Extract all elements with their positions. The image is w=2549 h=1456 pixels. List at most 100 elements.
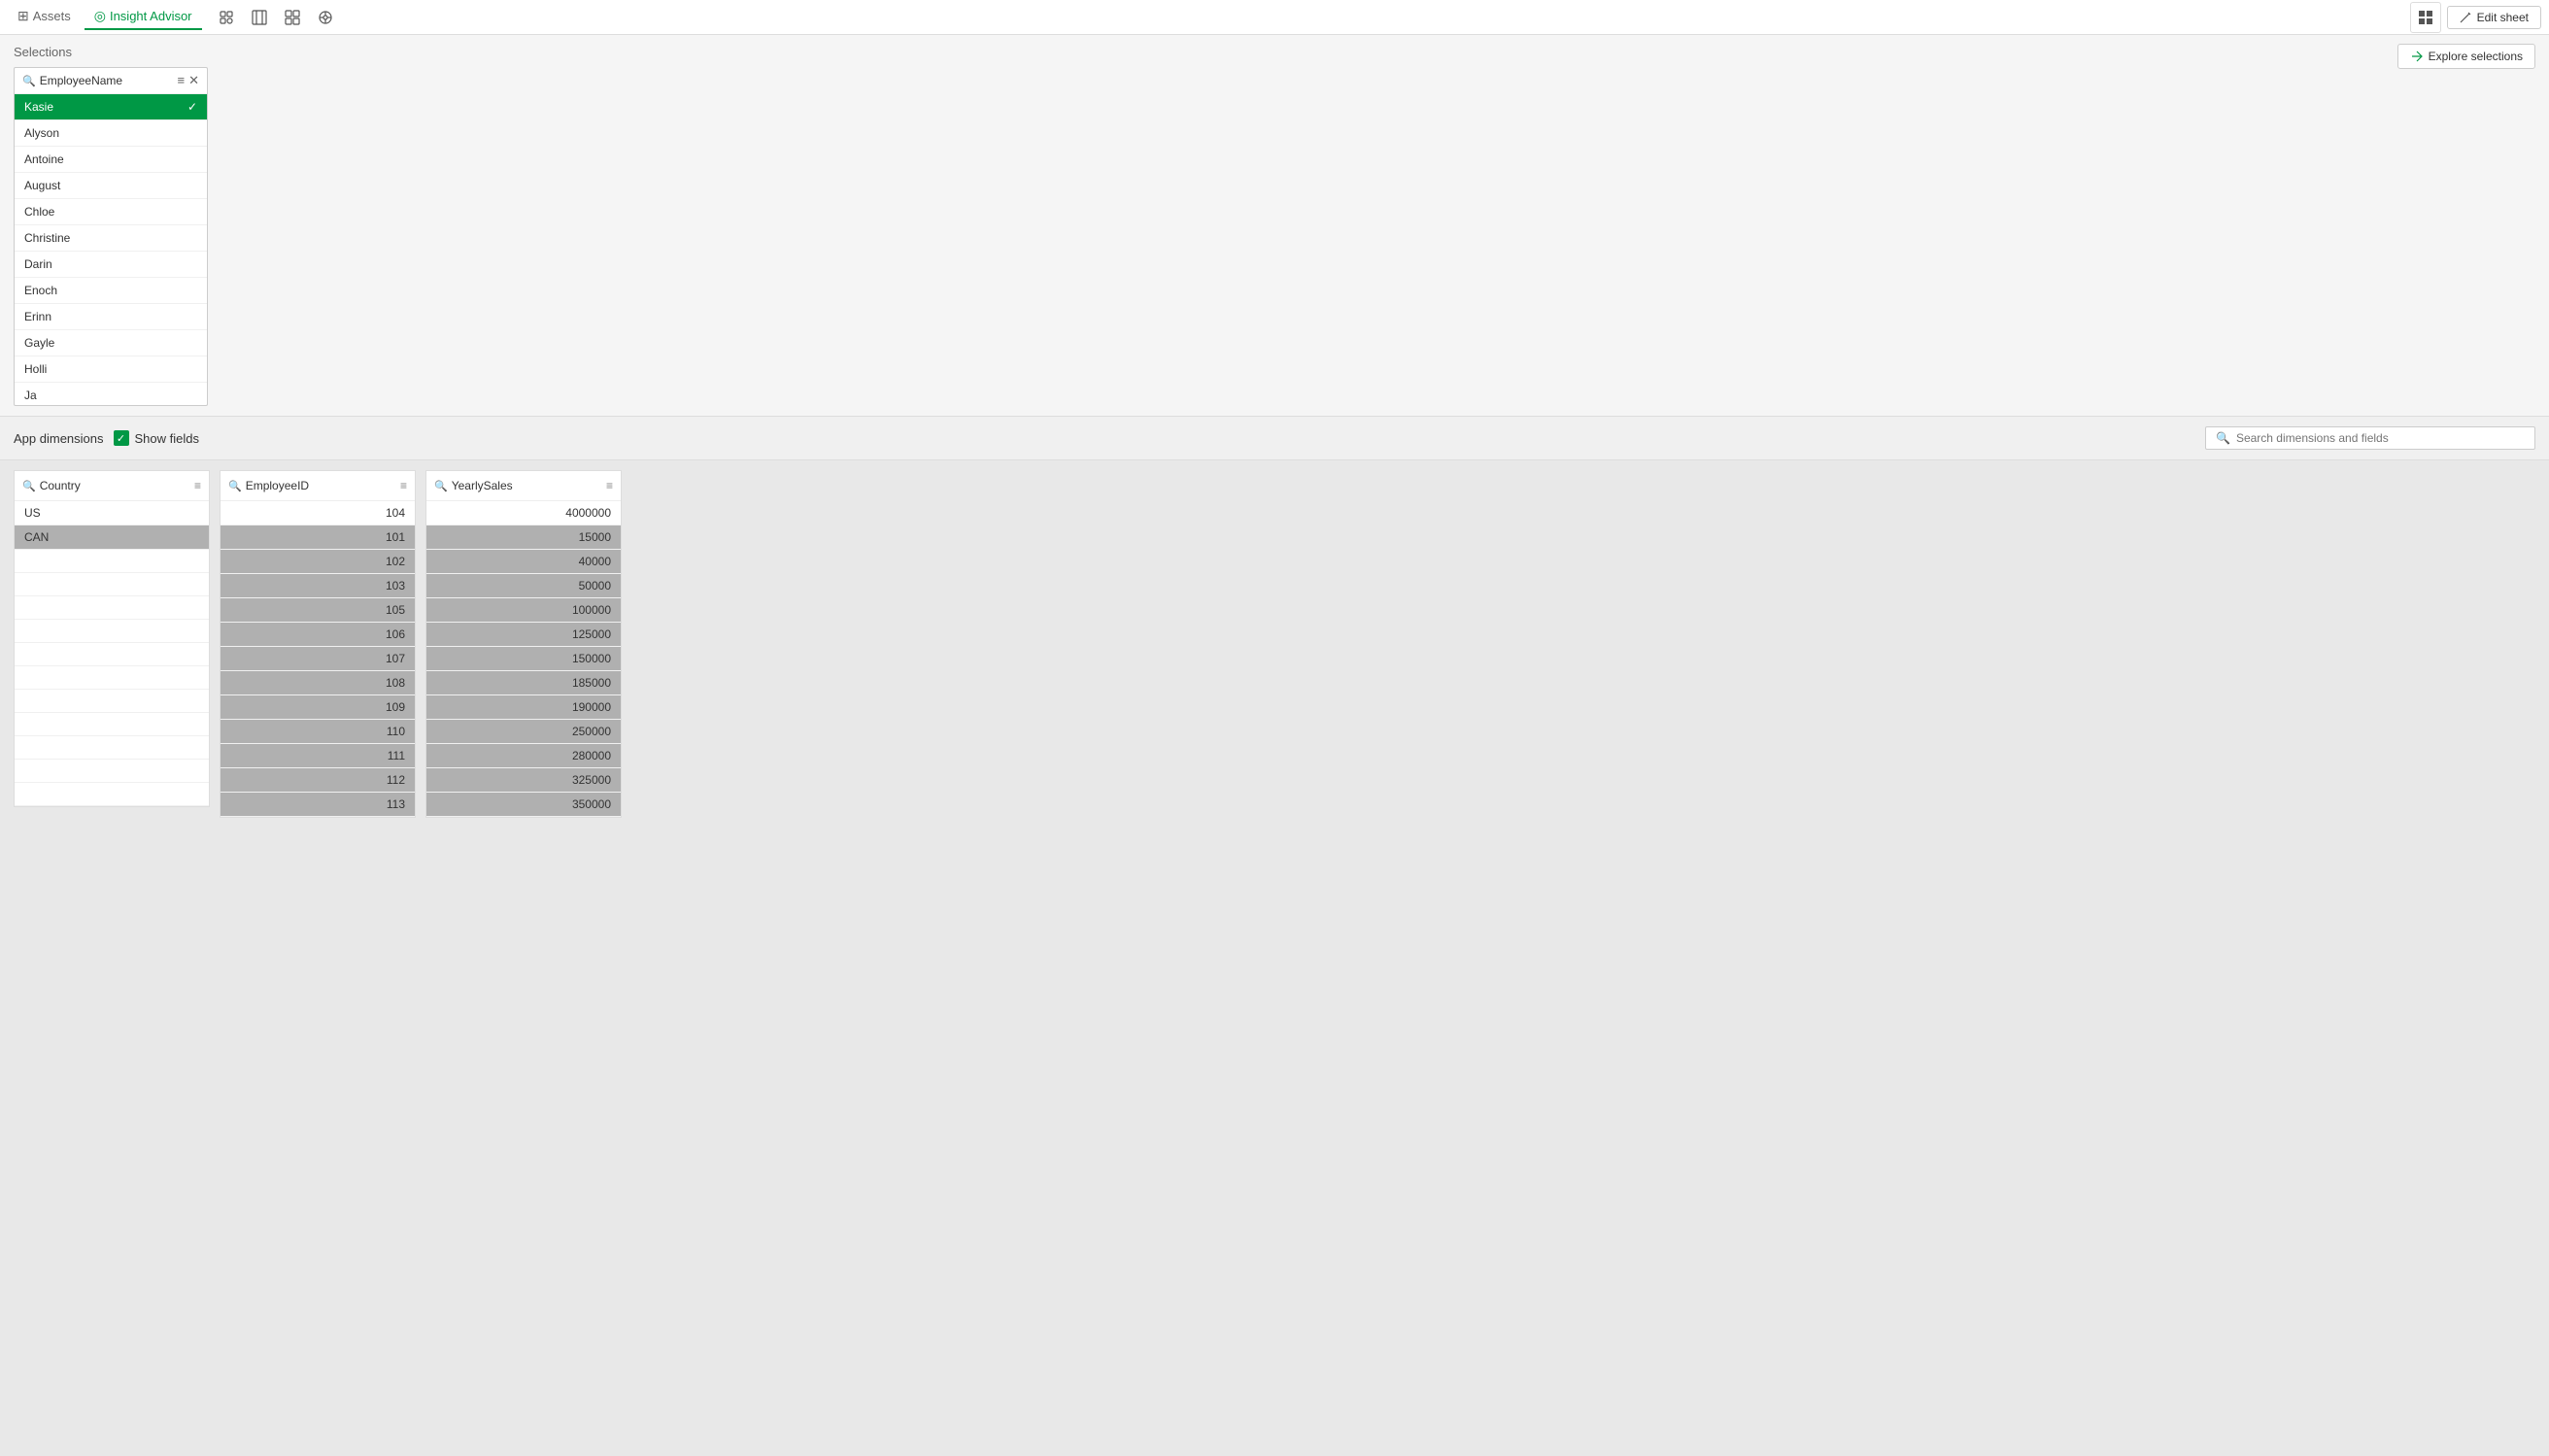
employee-name-filter: 🔍 EmployeeName ≡ ✕ Kasie✓AlysonAntoineAu… <box>14 67 208 406</box>
dimension-card: 🔍 YearlySales ≡ 400000015000400005000010… <box>425 470 622 818</box>
edit-sheet-button[interactable]: Edit sheet <box>2447 6 2541 29</box>
dim-card-header: 🔍 EmployeeID ≡ <box>221 471 415 501</box>
search-dimensions-box[interactable]: 🔍 <box>2205 426 2535 450</box>
top-bar: ⊞ Assets ◎ Insight Advisor <box>0 0 2549 35</box>
selections-title: Selections <box>14 45 2535 59</box>
insight-icon: ◎ <box>94 8 106 24</box>
dim-card-item[interactable]: 15000 <box>426 525 621 550</box>
filter-search-icon: 🔍 <box>22 75 36 87</box>
filter-item[interactable]: Gayle <box>15 330 207 356</box>
assets-icon: ⊞ <box>17 8 29 24</box>
dimension-card: 🔍 EmployeeID ≡ 1041011021031051061071081… <box>220 470 416 818</box>
dim-card-item[interactable]: 103 <box>221 574 415 598</box>
filter-item[interactable]: Darin <box>15 252 207 278</box>
dim-card-item[interactable]: 125000 <box>426 623 621 647</box>
filter-item[interactable]: Christine <box>15 225 207 252</box>
dim-card-menu[interactable]: ≡ <box>606 479 613 492</box>
dim-card-menu[interactable]: ≡ <box>400 479 407 492</box>
dim-card-item[interactable] <box>15 620 209 643</box>
dim-card-item[interactable]: 40000 <box>426 550 621 574</box>
tool-btn-2[interactable] <box>247 5 272 30</box>
dim-card-item[interactable]: 101 <box>221 525 415 550</box>
dim-card-item[interactable]: 112 <box>221 768 415 793</box>
filter-item[interactable]: Antoine <box>15 147 207 173</box>
filter-item[interactable]: Kasie✓ <box>15 94 207 120</box>
dimension-cards: 🔍 Country ≡ USCAN 🔍 EmployeeID ≡ 1041011… <box>0 460 2549 1456</box>
selections-area: Selections Explore selections 🔍 Employee… <box>0 35 2549 417</box>
dim-card-item[interactable]: 190000 <box>426 695 621 720</box>
dim-card-item[interactable]: 50000 <box>426 574 621 598</box>
top-bar-right: Edit sheet <box>2410 2 2541 33</box>
dim-card-item[interactable]: 110 <box>221 720 415 744</box>
filter-item[interactable]: Erinn <box>15 304 207 330</box>
dim-card-item[interactable]: 350000 <box>426 793 621 817</box>
dim-card-item[interactable]: 280000 <box>426 744 621 768</box>
insight-tab-label: Insight Advisor <box>110 9 192 23</box>
filter-item[interactable]: Ja <box>15 383 207 405</box>
search-dim-icon: 🔍 <box>2216 431 2230 445</box>
app-dimensions-title: App dimensions <box>14 431 104 446</box>
dim-card-header: 🔍 Country ≡ <box>15 471 209 501</box>
dim-card-item[interactable]: 105 <box>221 598 415 623</box>
filter-item[interactable]: Alyson <box>15 120 207 147</box>
search-dimensions-input[interactable] <box>2236 431 2525 445</box>
dim-card-item[interactable]: 150000 <box>426 647 621 671</box>
tool-btn-4[interactable] <box>313 5 338 30</box>
filter-item[interactable]: August <box>15 173 207 199</box>
dim-card-item[interactable]: 108 <box>221 671 415 695</box>
dim-search-icon: 🔍 <box>434 480 448 492</box>
tab-insight-advisor[interactable]: ◎ Insight Advisor <box>85 4 202 30</box>
dim-card-item[interactable] <box>15 573 209 596</box>
explore-selections-button[interactable]: Explore selections <box>2397 44 2535 69</box>
dim-card-item[interactable]: 107 <box>221 647 415 671</box>
show-fields-label: Show fields <box>135 431 199 446</box>
filter-box-header: 🔍 EmployeeName ≡ ✕ <box>15 68 207 94</box>
dim-card-item[interactable]: 185000 <box>426 671 621 695</box>
dim-card-top-value[interactable]: 4000000 <box>426 501 621 525</box>
filter-clear-icon[interactable]: ✕ <box>188 73 199 88</box>
filter-item[interactable]: Chloe <box>15 199 207 225</box>
dim-card-item[interactable]: 325000 <box>426 768 621 793</box>
dim-card-header: 🔍 YearlySales ≡ <box>426 471 621 501</box>
dim-card-item[interactable] <box>15 760 209 783</box>
tab-assets[interactable]: ⊞ Assets <box>8 4 81 30</box>
dim-card-item[interactable] <box>15 596 209 620</box>
dim-card-item[interactable]: 102 <box>221 550 415 574</box>
tool-btn-1[interactable] <box>214 5 239 30</box>
filter-item[interactable]: Holli <box>15 356 207 383</box>
dim-card-item[interactable]: 250000 <box>426 720 621 744</box>
dim-card-item[interactable] <box>15 736 209 760</box>
filter-box-actions: ≡ ✕ <box>178 73 200 88</box>
dim-card-item[interactable] <box>15 713 209 736</box>
dim-card-item[interactable]: 100000 <box>426 598 621 623</box>
filter-list-icon[interactable]: ≡ <box>178 73 186 88</box>
dim-card-menu[interactable]: ≡ <box>194 479 201 492</box>
dim-card-top-value[interactable]: 104 <box>221 501 415 525</box>
dim-card-item[interactable]: 113 <box>221 793 415 817</box>
top-bar-left: ⊞ Assets ◎ Insight Advisor <box>8 4 338 30</box>
dim-card-item[interactable] <box>15 690 209 713</box>
dim-card-item[interactable]: 111 <box>221 744 415 768</box>
filter-list: Kasie✓AlysonAntoineAugustChloeChristineD… <box>15 94 207 405</box>
main-content: Selections Explore selections 🔍 Employee… <box>0 35 2549 1456</box>
show-fields-toggle[interactable]: ✓ Show fields <box>114 430 199 446</box>
dim-search-icon: 🔍 <box>228 480 242 492</box>
dim-card-item[interactable]: CAN <box>15 525 209 550</box>
dim-card-item[interactable] <box>15 666 209 690</box>
dim-card-item[interactable]: US <box>15 501 209 525</box>
show-fields-checkbox[interactable]: ✓ <box>114 430 129 446</box>
dim-card-item[interactable]: 106 <box>221 623 415 647</box>
grid-view-btn[interactable] <box>2410 2 2441 33</box>
filter-item[interactable]: Enoch <box>15 278 207 304</box>
tool-btn-3[interactable] <box>280 5 305 30</box>
filter-box-title: EmployeeName <box>40 74 174 87</box>
explore-selections-label: Explore selections <box>2429 50 2523 63</box>
dim-card-item[interactable] <box>15 783 209 806</box>
dim-search-icon: 🔍 <box>22 480 36 492</box>
app-dimensions-area: App dimensions ✓ Show fields 🔍 <box>0 417 2549 460</box>
dim-card-item[interactable]: 109 <box>221 695 415 720</box>
icon-tools <box>214 5 338 30</box>
assets-tab-label: Assets <box>33 9 71 23</box>
dim-card-item[interactable] <box>15 643 209 666</box>
dim-card-item[interactable] <box>15 550 209 573</box>
